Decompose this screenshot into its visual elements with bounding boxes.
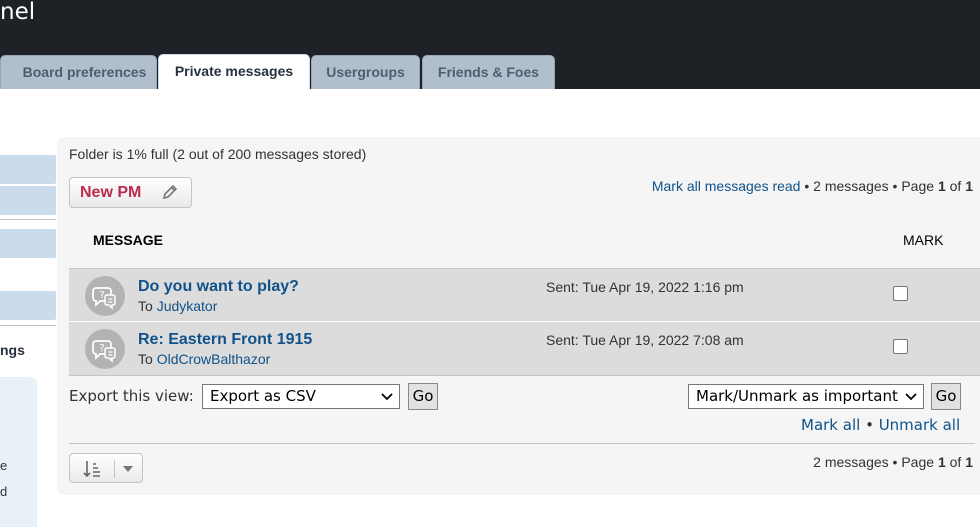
tab-usergroups[interactable]: Usergroups: [311, 55, 420, 89]
folder-status: Folder is 1% full (2 out of 200 messages…: [69, 146, 367, 162]
sent-date: Sent: Tue Apr 19, 2022 7:08 am: [546, 332, 744, 348]
page-of: of: [945, 178, 966, 194]
footer-divider: [69, 443, 975, 444]
recipient: To Judykator: [138, 298, 217, 314]
column-header-message: MESSAGE: [93, 232, 164, 248]
message-read-icon: ?: [85, 276, 125, 316]
mark-action-go-button[interactable]: Go: [931, 383, 961, 410]
recipient-link[interactable]: OldCrowBalthazor: [157, 351, 271, 367]
svg-text:?: ?: [99, 290, 104, 301]
svg-text:?: ?: [99, 343, 104, 354]
recipient: To OldCrowBalthazor: [138, 351, 270, 367]
message-title-link[interactable]: Re: Eastern Front 1915: [138, 331, 312, 349]
chevron-down-icon: [381, 393, 393, 401]
column-header-mark: MARK: [903, 232, 944, 248]
pagination-bottom: 2 messages • Page 1 of 1: [813, 454, 973, 470]
recipient-link[interactable]: Judykator: [157, 298, 218, 314]
page-of: of: [945, 454, 966, 470]
sidebar-panel: [0, 377, 37, 527]
current-page: 1: [937, 178, 946, 194]
export-format-value: Export as CSV: [210, 387, 316, 405]
sidebar-divider: [0, 219, 56, 220]
tab-label: Board preferences: [22, 64, 147, 80]
pagination-top: Mark all messages read • 2 messages • Pa…: [652, 178, 973, 194]
mark-checkbox[interactable]: [893, 286, 908, 301]
sidebar-item-label[interactable]: ngs: [0, 342, 25, 358]
sidebar-panel-text: e: [0, 458, 8, 473]
total-pages: 1: [965, 178, 973, 194]
tab-label: Usergroups: [326, 64, 405, 80]
sent-date: Sent: Tue Apr 19, 2022 1:16 pm: [546, 279, 744, 295]
tab-board-preferences[interactable]: Board preferences: [0, 55, 157, 89]
new-pm-label: New PM: [80, 184, 142, 201]
unmark-all-link[interactable]: Unmark all: [879, 416, 960, 434]
new-pm-button[interactable]: New PM: [69, 177, 192, 208]
recipient-prefix: To: [138, 298, 157, 314]
separator: •: [860, 416, 879, 434]
current-page: 1: [937, 454, 946, 470]
page-label: • Page: [888, 454, 938, 470]
recipient-prefix: To: [138, 351, 157, 367]
chevron-down-icon: [905, 393, 917, 401]
message-count: 2 messages: [813, 178, 889, 194]
export-label: Export this view:: [69, 387, 194, 405]
message-title-link[interactable]: Do you want to play?: [138, 278, 299, 296]
pencil-icon: [162, 184, 178, 200]
total-pages: 1: [965, 454, 973, 470]
mark-action-select[interactable]: Mark/Unmark as important: [688, 384, 924, 409]
message-count: 2 messages: [813, 454, 889, 470]
sidebar-panel-text: d: [0, 484, 8, 499]
sidebar-item[interactable]: [0, 291, 56, 320]
caret-down-icon: [123, 466, 133, 472]
mark-links: Mark all • Unmark all: [801, 416, 960, 434]
sort-icon: [83, 461, 100, 478]
page-label: • Page: [888, 178, 938, 194]
mark-action-value: Mark/Unmark as important: [696, 387, 898, 405]
tab-label: Private messages: [174, 63, 294, 79]
sort-options-button[interactable]: [69, 453, 143, 483]
mark-checkbox[interactable]: [893, 339, 908, 354]
export-go-button[interactable]: Go: [408, 383, 438, 410]
export-format-select[interactable]: Export as CSV: [202, 384, 400, 409]
page-title: nel: [0, 0, 36, 25]
table-bottom-divider: [69, 375, 980, 376]
sidebar-divider: [0, 325, 56, 326]
separator: •: [800, 178, 814, 194]
sidebar-item[interactable]: [0, 229, 56, 258]
button-divider: [114, 460, 115, 478]
mark-all-link[interactable]: Mark all: [801, 416, 860, 434]
sidebar-item[interactable]: [0, 155, 56, 184]
sidebar-item[interactable]: [0, 186, 56, 215]
mark-all-read-link[interactable]: Mark all messages read: [652, 178, 801, 194]
tab-friends-foes[interactable]: Friends & Foes: [422, 55, 555, 89]
tab-private-messages[interactable]: Private messages: [158, 54, 310, 89]
message-read-icon: ?: [85, 329, 125, 369]
tab-label: Friends & Foes: [437, 64, 540, 80]
